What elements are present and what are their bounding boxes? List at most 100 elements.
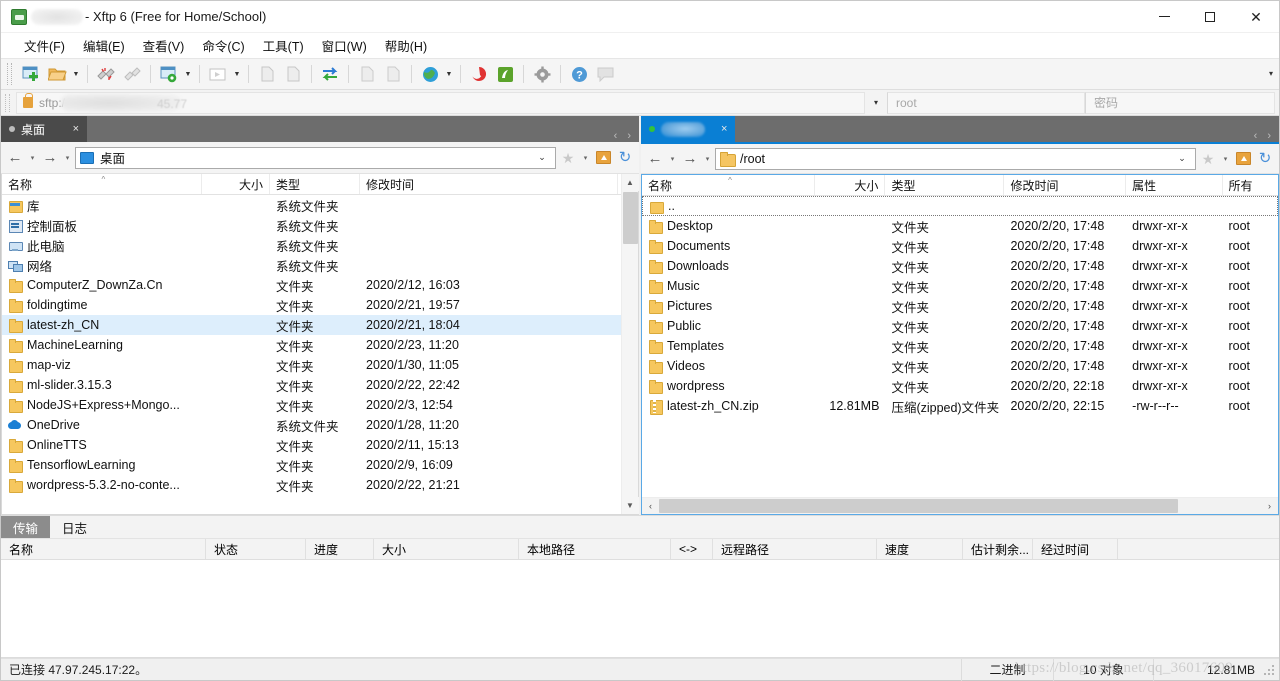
table-row[interactable]: wordpress文件夹2020/2/20, 22:18drwxr-xr-xro… — [642, 376, 1278, 396]
menu-help[interactable]: 帮助(H) — [376, 33, 436, 58]
disconnect-icon[interactable] — [93, 62, 119, 86]
table-row[interactable]: 网络系统文件夹 — [2, 255, 621, 275]
xshell-icon[interactable] — [466, 62, 492, 86]
remote-back-caret[interactable]: ▾ — [667, 147, 678, 171]
local-favorites-caret[interactable]: ▾ — [580, 146, 591, 170]
run-script-icon[interactable] — [205, 62, 231, 86]
local-path-dropdown-icon[interactable]: ⌄ — [533, 147, 551, 169]
table-row[interactable]: ComputerZ_DownZa.Cn文件夹2020/2/12, 16:03 — [2, 275, 621, 295]
table-row[interactable]: Public文件夹2020/2/20, 17:48drwxr-xr-xroot — [642, 316, 1278, 336]
remote-forward-button[interactable]: → — [680, 147, 700, 171]
table-row[interactable]: map-viz文件夹2020/1/30, 11:05 — [2, 355, 621, 375]
local-tab-close-icon[interactable]: × — [63, 123, 79, 135]
local-forward-button[interactable]: → — [40, 146, 60, 170]
open-folder-dropdown-caret[interactable]: ▼ — [70, 62, 82, 86]
menu-tools[interactable]: 工具(T) — [254, 33, 313, 58]
remote-path-input[interactable]: /root ⌄ — [715, 148, 1196, 170]
new-file-icon[interactable] — [354, 62, 380, 86]
local-col-type[interactable]: 类型 — [270, 174, 360, 194]
table-row[interactable]: ml-slider.3.15.3文件夹2020/2/22, 22:42 — [2, 375, 621, 395]
maximize-button[interactable] — [1187, 1, 1233, 33]
globe-dropdown-caret[interactable]: ▼ — [443, 62, 455, 86]
table-row[interactable]: Templates文件夹2020/2/20, 17:48drwxr-xr-xro… — [642, 336, 1278, 356]
help-icon[interactable]: ? — [566, 62, 592, 86]
remote-col-owner[interactable]: 所有 — [1223, 175, 1278, 195]
table-row[interactable]: OnlineTTS文件夹2020/2/11, 15:13 — [2, 435, 621, 455]
remote-col-size[interactable]: 大小 — [815, 175, 885, 195]
menu-view[interactable]: 查看(V) — [134, 33, 194, 58]
dock-col-progress[interactable]: 进度 — [306, 539, 374, 559]
menu-command[interactable]: 命令(C) — [193, 33, 253, 58]
remote-back-button[interactable]: ← — [645, 147, 665, 171]
table-row[interactable]: Documents文件夹2020/2/20, 17:48drwxr-xr-xro… — [642, 236, 1278, 256]
local-rows-container[interactable]: 库系统文件夹控制面板系统文件夹此电脑系统文件夹网络系统文件夹ComputerZ_… — [2, 195, 621, 514]
table-row[interactable]: .. — [642, 196, 1278, 216]
local-home-button[interactable] — [593, 146, 613, 170]
local-col-size[interactable]: 大小 — [202, 174, 270, 194]
remote-horizontal-scrollbar[interactable]: ‹ › — [642, 497, 1278, 514]
table-row[interactable]: Pictures文件夹2020/2/20, 17:48drwxr-xr-xroo… — [642, 296, 1278, 316]
toolbar-grip[interactable] — [7, 63, 12, 85]
remote-tab-prev-icon[interactable]: ‹ — [1254, 130, 1258, 142]
xftp-green-icon[interactable] — [492, 62, 518, 86]
local-scroll-down-icon[interactable]: ▼ — [622, 497, 639, 514]
remote-tab-close-icon[interactable]: × — [711, 123, 727, 135]
comment-icon[interactable] — [592, 62, 618, 86]
dock-tab-log[interactable]: 日志 — [50, 516, 99, 538]
dock-col-local-path[interactable]: 本地路径 — [519, 539, 671, 559]
table-row[interactable]: latest-zh_CN文件夹2020/2/21, 18:04 — [2, 315, 621, 335]
remote-path-dropdown-icon[interactable]: ⌄ — [1173, 148, 1191, 170]
table-row[interactable]: MachineLearning文件夹2020/2/23, 11:20 — [2, 335, 621, 355]
address-dropdown-caret[interactable]: ▾ — [865, 92, 887, 114]
session-settings-icon[interactable] — [156, 62, 182, 86]
reconnect-icon[interactable] — [119, 62, 145, 86]
dock-col-remote-path[interactable]: 远程路径 — [713, 539, 877, 559]
local-scroll-thumb[interactable] — [623, 192, 638, 244]
username-input[interactable]: root — [887, 92, 1085, 114]
local-refresh-button[interactable]: ↻ — [615, 146, 635, 170]
table-row[interactable]: Desktop文件夹2020/2/20, 17:48drwxr-xr-xroot — [642, 216, 1278, 236]
close-button[interactable]: ✕ — [1233, 1, 1279, 33]
sessionbar-grip[interactable] — [5, 94, 10, 112]
local-col-name[interactable]: 名称 ^ — [2, 174, 202, 194]
local-tab-prev-icon[interactable]: ‹ — [614, 130, 618, 142]
menu-file[interactable]: 文件(F) — [15, 33, 74, 58]
session-settings-dropdown-caret[interactable]: ▼ — [182, 62, 194, 86]
table-row[interactable]: NodeJS+Express+Mongo...文件夹2020/2/3, 12:5… — [2, 395, 621, 415]
table-row[interactable]: latest-zh_CN.zip12.81MB压缩(zipped)文件夹2020… — [642, 396, 1278, 416]
local-tab-next-icon[interactable]: › — [627, 130, 631, 142]
dock-col-direction[interactable]: <-> — [671, 539, 713, 559]
remote-col-attributes[interactable]: 属性 — [1126, 175, 1222, 195]
local-path-input[interactable]: 桌面 ⌄ — [75, 147, 556, 169]
local-favorites-button[interactable]: ★ — [558, 146, 578, 170]
local-tab-desktop[interactable]: 桌面 × — [1, 116, 87, 142]
table-row[interactable]: 控制面板系统文件夹 — [2, 215, 621, 235]
dock-col-elapsed[interactable]: 经过时间 — [1033, 539, 1118, 559]
table-row[interactable]: foldingtime文件夹2020/2/21, 19:57 — [2, 295, 621, 315]
remote-tab-next-icon[interactable]: › — [1267, 130, 1271, 142]
local-back-button[interactable]: ← — [5, 146, 25, 170]
dock-rows-container[interactable] — [1, 560, 1279, 658]
remote-tab-session[interactable]: × — [641, 116, 735, 142]
remote-forward-caret[interactable]: ▾ — [702, 147, 713, 171]
table-row[interactable]: 库系统文件夹 — [2, 195, 621, 215]
dock-col-speed[interactable]: 速度 — [877, 539, 963, 559]
dock-col-size[interactable]: 大小 — [374, 539, 519, 559]
remote-hscroll-right-icon[interactable]: › — [1261, 498, 1278, 515]
menu-window[interactable]: 窗口(W) — [313, 33, 376, 58]
local-vertical-scrollbar[interactable]: ▲ ▼ — [621, 174, 638, 514]
remote-hscroll-thumb[interactable] — [659, 499, 1178, 513]
remote-rows-container[interactable]: ..Desktop文件夹2020/2/20, 17:48drwxr-xr-xro… — [642, 196, 1278, 497]
dock-tab-transfer[interactable]: 传输 — [1, 516, 50, 538]
sync-browse-icon[interactable] — [317, 62, 343, 86]
remote-hscroll-left-icon[interactable]: ‹ — [642, 498, 659, 515]
local-scroll-up-icon[interactable]: ▲ — [622, 174, 639, 191]
remote-favorites-caret[interactable]: ▾ — [1220, 147, 1231, 171]
new-session-icon[interactable] — [18, 62, 44, 86]
resize-grip-icon[interactable] — [1263, 663, 1277, 677]
open-folder-icon[interactable] — [44, 62, 70, 86]
local-col-modified[interactable]: 修改时间 — [360, 174, 618, 194]
remote-col-modified[interactable]: 修改时间 — [1004, 175, 1126, 195]
edit-file-icon[interactable] — [380, 62, 406, 86]
remote-col-type[interactable]: 类型 — [885, 175, 1004, 195]
